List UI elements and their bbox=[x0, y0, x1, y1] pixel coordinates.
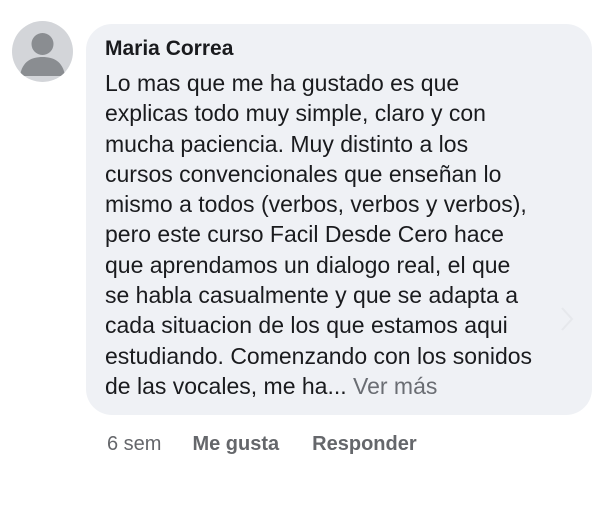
comment-last-line: de las vocales, me ha... Ver más bbox=[105, 371, 578, 401]
avatar[interactable] bbox=[12, 21, 73, 82]
comment-line: estudiando. Comenzando con los sonidos bbox=[105, 342, 533, 369]
comment-line: mismo a todos (verbos, verbos y verbos), bbox=[105, 191, 527, 218]
comment-author[interactable]: Maria Correa bbox=[105, 36, 578, 62]
comment-bubble: Maria Correa Lo mas que me ha gustado es… bbox=[86, 24, 592, 415]
comment-actions: 6 sem Me gusta Responder bbox=[107, 431, 417, 457]
chevron-right-icon bbox=[561, 307, 574, 331]
comment-line: que aprendamos un dialogo real, el que bbox=[105, 251, 511, 278]
comment-line: explicas todo muy simple, claro y con bbox=[105, 100, 486, 127]
comment-line: pero este curso Facil Desde Cero hace bbox=[105, 221, 504, 248]
comment-line-truncated: de las vocales, me ha... bbox=[105, 372, 347, 399]
see-more-link[interactable]: Ver más bbox=[353, 373, 437, 399]
comment-timestamp[interactable]: 6 sem bbox=[107, 433, 161, 456]
default-profile-icon bbox=[20, 33, 65, 76]
comment-text: Lo mas que me ha gustado es que explicas… bbox=[105, 68, 578, 401]
reply-button[interactable]: Responder bbox=[312, 433, 416, 456]
comment-line: cada situacion de los que estamos aqui bbox=[105, 312, 508, 339]
comment-line: Lo mas que me ha gustado es que bbox=[105, 70, 460, 96]
like-button[interactable]: Me gusta bbox=[192, 433, 279, 456]
comment-line: mucha paciencia. Muy distinto a los bbox=[105, 130, 469, 157]
comment-line: cursos convencionales que enseñan lo bbox=[105, 160, 502, 187]
comment-line: se habla casualmente y que se adapta a bbox=[105, 282, 519, 309]
